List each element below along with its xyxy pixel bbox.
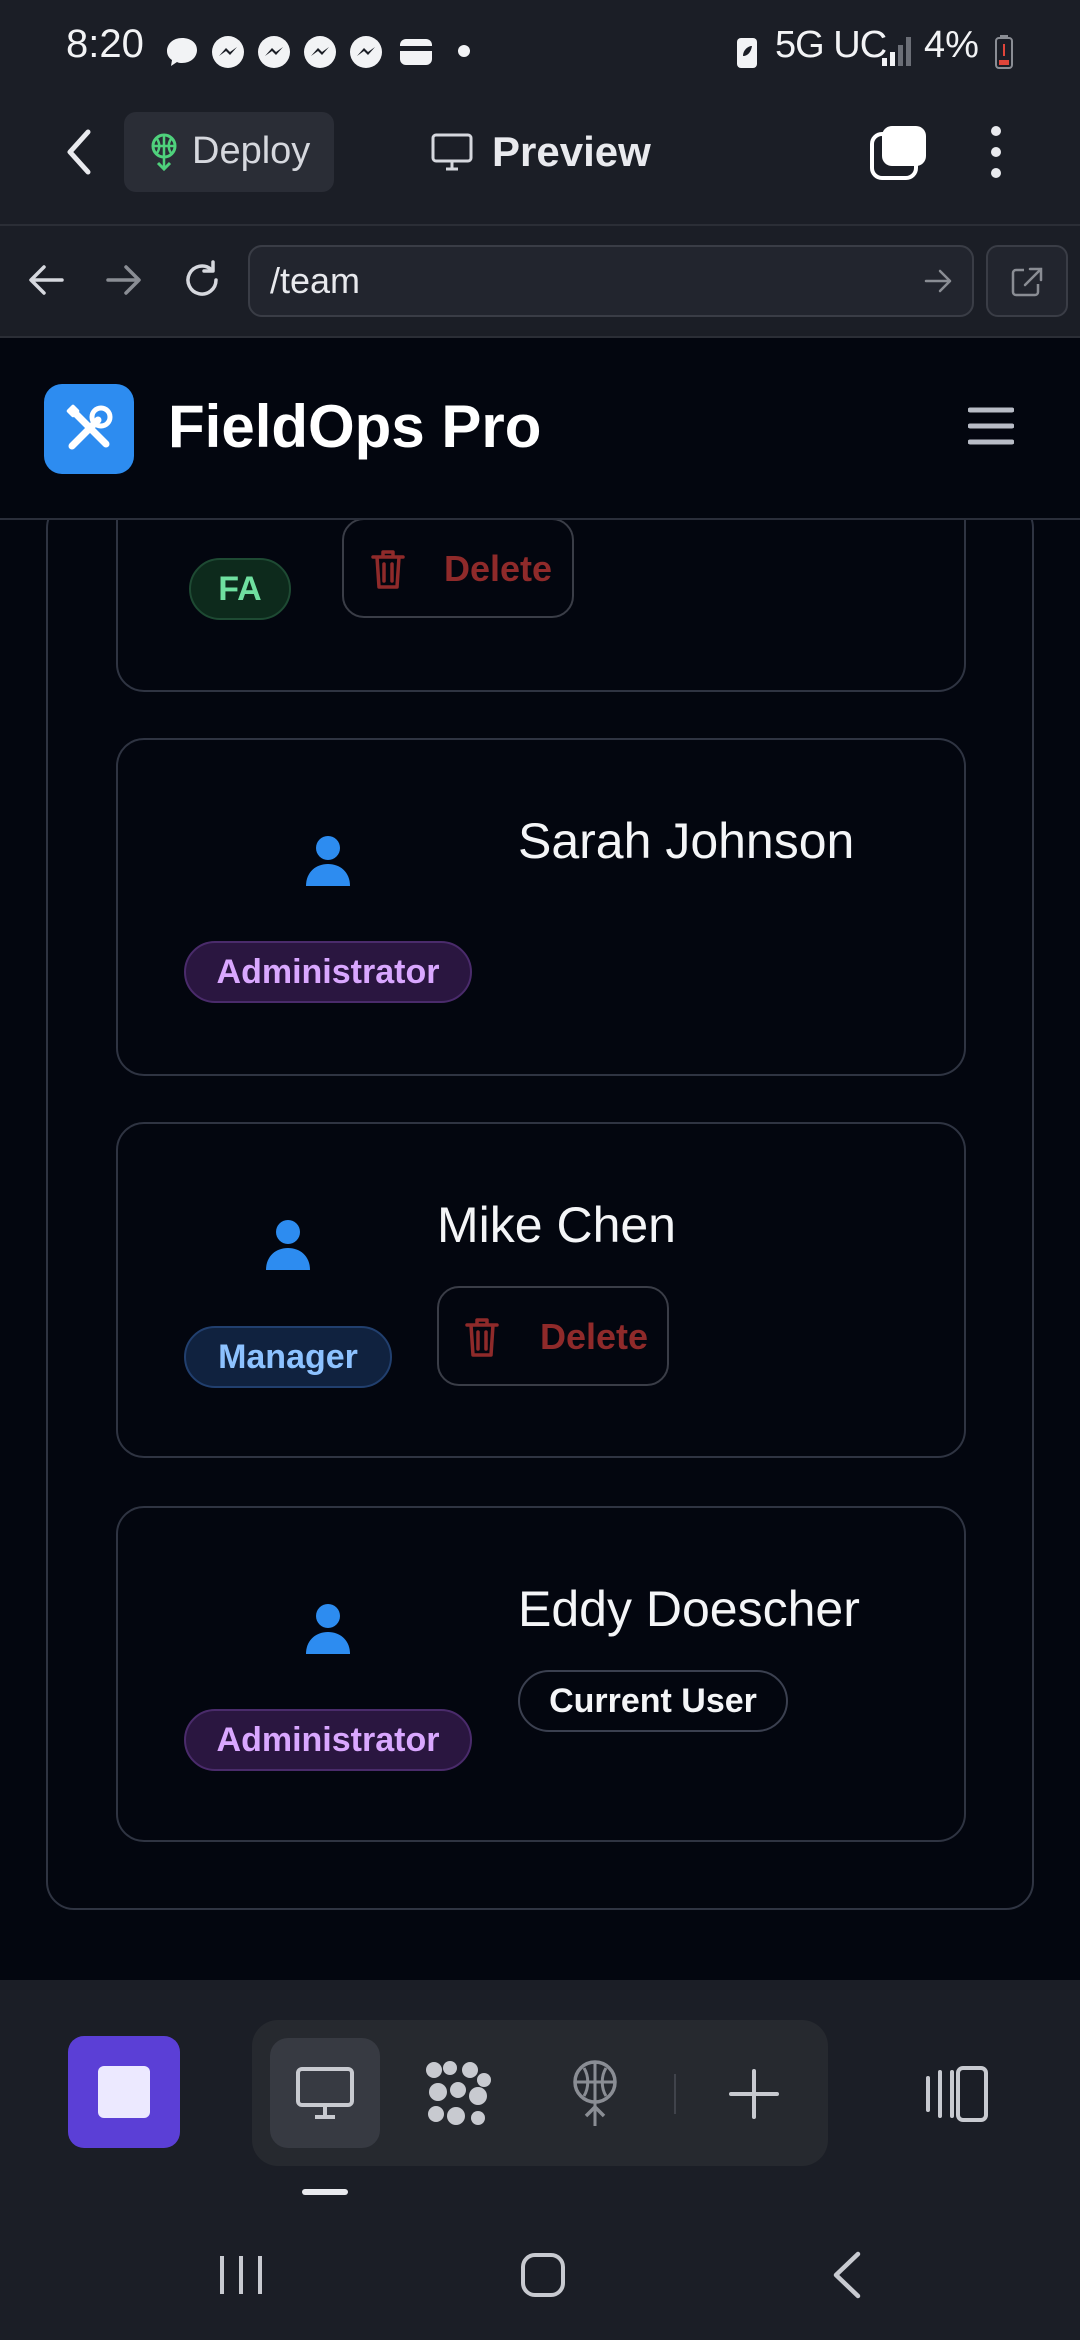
recent-apps-icon[interactable]	[218, 2254, 264, 2296]
member-name: Mike Chen	[437, 1197, 676, 1253]
deploy-icon	[146, 132, 182, 172]
monitor-icon	[430, 132, 474, 172]
stop-icon	[98, 2066, 150, 2118]
chat-bubble-icon	[164, 34, 200, 70]
browser-back-icon[interactable]	[26, 262, 66, 298]
role-badge: Administrator	[184, 941, 472, 1003]
role-badge: Manager	[184, 1326, 392, 1388]
layout-toggle-icon[interactable]	[924, 2064, 990, 2124]
user-icon	[304, 834, 352, 886]
team-member-card	[116, 738, 966, 1076]
delete-label: Delete	[540, 1316, 649, 1357]
status-bar	[0, 0, 1080, 100]
messenger-icon	[302, 34, 338, 70]
member-name: Sarah Johnson	[518, 813, 855, 869]
member-name: Eddy Doescher	[518, 1581, 860, 1637]
battery-low-icon	[994, 34, 1014, 70]
trash-icon	[370, 548, 406, 590]
more-options-icon[interactable]	[988, 124, 1004, 180]
wallet-icon	[398, 36, 434, 68]
user-icon	[304, 1602, 352, 1654]
signal-icon	[880, 34, 914, 68]
tools-icon	[62, 402, 116, 456]
browser-forward-icon[interactable]	[104, 262, 144, 298]
status-time: 8:20	[66, 22, 144, 66]
go-arrow-icon[interactable]	[924, 268, 954, 294]
messenger-icon	[256, 34, 292, 70]
messenger-icon	[210, 34, 246, 70]
apps-icon[interactable]	[424, 2060, 494, 2126]
reload-icon[interactable]	[180, 258, 224, 302]
system-back-icon[interactable]	[830, 2250, 864, 2300]
delete-label: Delete	[444, 548, 553, 589]
deploy-icon[interactable]	[568, 2060, 622, 2128]
network-label: 5G UC	[775, 24, 887, 66]
messenger-icon	[348, 34, 384, 70]
open-external-icon	[1010, 266, 1044, 298]
role-badge: Administrator	[184, 1709, 472, 1771]
current-user-badge: Current User	[518, 1670, 788, 1732]
tabs-switcher-icon[interactable]	[868, 124, 928, 184]
active-tab-indicator	[302, 2189, 348, 2195]
preview-label[interactable]: Preview	[492, 128, 651, 176]
hamburger-menu-icon[interactable]	[968, 406, 1014, 446]
trash-icon	[464, 1316, 500, 1358]
tab-divider	[674, 2074, 676, 2114]
battery-label: 4%	[924, 24, 979, 66]
user-icon	[264, 1218, 312, 1270]
home-icon[interactable]	[520, 2252, 566, 2298]
deploy-label: Deploy	[192, 130, 311, 172]
url-text: /team	[270, 260, 361, 301]
plus-icon[interactable]	[728, 2068, 780, 2120]
app-title: FieldOps Pro	[168, 393, 542, 460]
dot-icon	[458, 45, 470, 57]
battery-saver-icon	[734, 34, 760, 70]
monitor-icon	[295, 2066, 355, 2120]
back-arrow-icon[interactable]	[60, 126, 100, 178]
role-badge: FA	[189, 558, 291, 620]
